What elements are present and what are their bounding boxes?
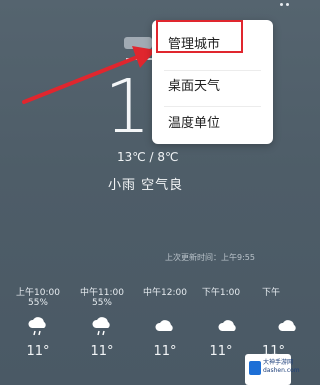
hour-temperature: 11° [153, 344, 177, 359]
temperature-range: 13℃ / 8℃ [117, 150, 179, 164]
menu-item-desktop-weather[interactable]: 桌面天气 [152, 72, 273, 102]
cloudy-icon [155, 320, 173, 331]
watermark-logo: 大神手游网 dashen.com [245, 354, 300, 385]
logo-icon [249, 361, 261, 375]
menu-divider [164, 70, 261, 71]
hour-time: 中午12:00 [143, 288, 187, 298]
cloudy-icon [218, 320, 236, 331]
last-updated: 上次更新时间：上午9:55 [165, 253, 255, 262]
hour-time: 下午 [262, 288, 281, 298]
hour-time: 下午1:00 [201, 288, 241, 298]
red-arrow-icon [22, 46, 156, 104]
hour-precip: 55% [27, 298, 48, 308]
logo-text: 大神手游网 dashen.com [263, 359, 300, 374]
hour-time: 上午10:00 [16, 288, 60, 298]
hour-temperature: 11° [26, 344, 50, 359]
weather-condition: 小雨 空气良 [108, 178, 184, 193]
hour-time: 中午11:00 [80, 288, 124, 298]
cloudy-icon [278, 320, 296, 331]
menu-item-temperature-unit[interactable]: 温度单位 [152, 109, 273, 139]
menu-divider [164, 106, 261, 107]
hour-temperature: 11° [209, 344, 233, 359]
highlight-box [156, 20, 243, 53]
weather-screen: { "current": { "temperature": "1", "rang… [0, 0, 300, 385]
hour-precip: 55% [91, 298, 112, 308]
hour-temperature: 11° [90, 344, 114, 359]
light-rain-icon [92, 317, 110, 336]
more-options-icon[interactable] [280, 3, 294, 11]
light-rain-icon [28, 317, 46, 336]
